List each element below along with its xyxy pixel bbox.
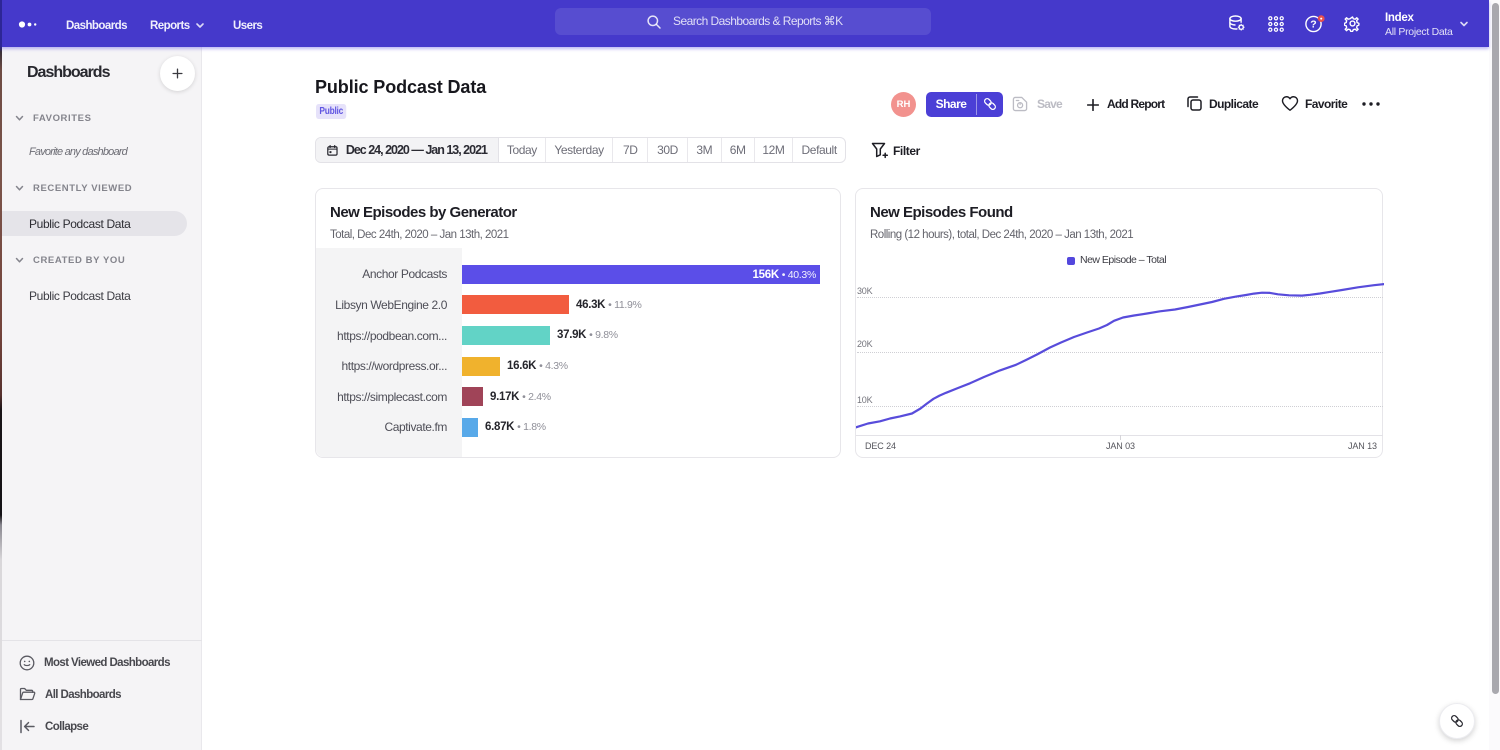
svg-text:?: ?	[1310, 19, 1316, 31]
